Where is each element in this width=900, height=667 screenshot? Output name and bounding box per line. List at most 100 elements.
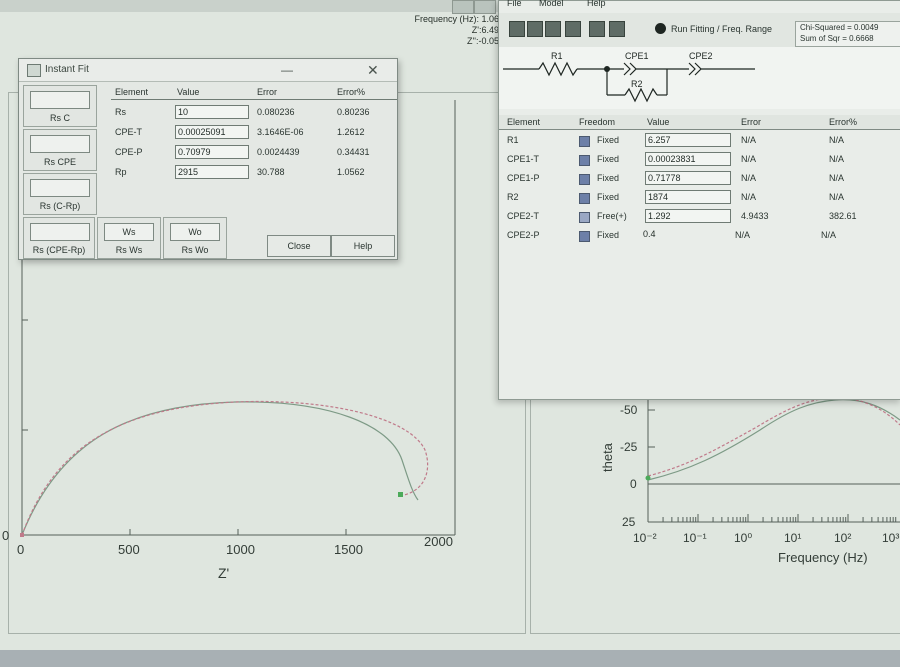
element-button-rs-c-rp[interactable]: Rs (C-Rp) (23, 173, 97, 215)
fit-col-freedom: Freedom (579, 117, 616, 127)
save-model-icon[interactable] (609, 21, 625, 37)
circuit-label-cpe2: CPE2 (689, 51, 713, 61)
close-button[interactable]: Close (267, 235, 331, 257)
col-header-element: Element (115, 87, 149, 97)
fit-row-0-element: R1 (507, 135, 519, 145)
fit-row-0-error-pct: N/A (829, 135, 845, 145)
circuit-diagram: R1 CPE1 R2 CPE2 (503, 51, 755, 103)
fit-row-1-element: CPE1-T (507, 154, 540, 164)
menu-help[interactable]: Help (587, 0, 606, 8)
fit-row-4-value-input[interactable]: 1.292 (645, 209, 731, 223)
instant-fit-titlebar[interactable]: Instant Fit — ✕ (19, 59, 397, 82)
menu-file[interactable]: File (507, 0, 522, 8)
minimize-icon[interactable]: — (281, 63, 293, 77)
ws-symbol-icon: Ws (104, 223, 154, 241)
save-as-icon[interactable] (545, 21, 561, 37)
if-row-0-error: 0.080236 (257, 107, 295, 117)
copy-icon[interactable] (589, 21, 605, 37)
fit-row-5-error: N/A (735, 230, 751, 240)
if-row-3-element: Rp (115, 167, 127, 177)
wo-symbol-icon: Wo (170, 223, 220, 241)
fit-row-1-error: N/A (741, 154, 757, 164)
menu-bar: File Model Help (499, 0, 900, 13)
instant-fit-title: Instant Fit (45, 64, 89, 75)
element-button-rs-c[interactable]: Rs C (23, 85, 97, 127)
bode-xlabel: Frequency (Hz) (778, 550, 868, 565)
nyquist-fit-curve (21, 401, 419, 536)
fit-row-4-error: 4.9433 (741, 211, 769, 221)
if-row-3-error-pct: 1.0562 (337, 167, 365, 177)
circuit-label-cpe1: CPE1 (625, 51, 649, 61)
fit-row-0-error: N/A (741, 135, 757, 145)
equivalent-circuit[interactable]: R1 CPE1 R2 CPE2 (499, 47, 900, 109)
fit-row-0-freedom-checkbox[interactable] (579, 136, 590, 147)
fit-row-2-value-input[interactable]: 0.71778 (645, 171, 731, 185)
fit-row-2-error-pct: N/A (829, 173, 845, 183)
bode-xtick-3: 10¹ (784, 531, 801, 545)
col-header-error-pct: Error% (337, 87, 366, 97)
nyq-xlabel: Z' (218, 565, 229, 581)
fit-row-1-error-pct: N/A (829, 154, 845, 164)
nyq-xtick-4: 2000 (424, 534, 453, 549)
fit-row-0-freedom: Fixed (597, 135, 620, 145)
element-button-label: Rs (CPE-Rp) (32, 245, 86, 255)
if-row-1-error-pct: 1.2612 (337, 127, 365, 137)
fit-row-2-element: CPE1-P (507, 173, 540, 183)
nyq-xtick-3: 1500 (334, 542, 363, 557)
fit-row-5-element: CPE2-P (507, 230, 540, 240)
fit-col-element: Element (507, 117, 541, 127)
help-button[interactable]: Help (331, 235, 395, 257)
fit-col-error: Error (741, 117, 761, 127)
fit-row-2-freedom-checkbox[interactable] (579, 174, 590, 185)
fit-row-3-error-pct: N/A (829, 192, 845, 202)
print-icon[interactable] (565, 21, 581, 37)
fit-row-5-freedom-checkbox[interactable] (579, 231, 590, 242)
rs-cpe-rp-symbol-icon (30, 223, 90, 241)
fit-row-5-value-input[interactable]: 0.4 (641, 228, 729, 240)
fit-row-4-freedom-checkbox[interactable] (579, 212, 590, 223)
open-folder-icon[interactable] (509, 21, 525, 37)
fit-row-1-freedom-checkbox[interactable] (579, 155, 590, 166)
fit-row-4-freedom: Free(+) (597, 211, 627, 221)
fit-row-0-value-input[interactable]: 6.257 (645, 133, 731, 147)
element-button-rs-wo[interactable]: Wo Rs Wo (163, 217, 227, 259)
fit-row-1-freedom: Fixed (597, 154, 620, 164)
if-row-0-value-input[interactable]: 10 (175, 105, 249, 119)
element-button-rs-cpe-rp[interactable]: Rs (CPE-Rp) (23, 217, 95, 259)
close-icon[interactable]: ✕ (367, 62, 379, 79)
bode-fit-curve (647, 399, 900, 481)
run-fitting-button[interactable]: Run Fitting / Freq. Range (671, 24, 772, 34)
fit-row-1-value-input[interactable]: 0.00023831 (645, 152, 731, 166)
if-row-0-element: Rs (115, 107, 126, 117)
fit-row-3-error: N/A (741, 192, 757, 202)
fitting-window[interactable]: File Model Help Run Fitting / Freq. Rang… (498, 0, 900, 400)
save-icon[interactable] (527, 21, 543, 37)
fit-col-value: Value (647, 117, 670, 127)
nyquist-data-marker (398, 492, 403, 497)
circuit-label-r1: R1 (551, 51, 563, 61)
bode-ytick-0: -50 (620, 403, 638, 417)
if-row-1-error: 3.1646E-06 (257, 127, 304, 137)
bode-xtick-1: 10⁻¹ (683, 531, 707, 545)
if-row-2-value-input[interactable]: 0.70979 (175, 145, 249, 159)
menu-model[interactable]: Model (539, 0, 564, 8)
nyquist-xtick-labels: 0 500 1000 1500 2000 Z' 0 (2, 528, 453, 581)
window-icon (27, 64, 41, 77)
nyq-ytick-partial: 0 (2, 528, 9, 543)
bode-data-marker (645, 475, 651, 481)
fit-row-3-freedom-checkbox[interactable] (579, 193, 590, 204)
element-button-rs-cpe[interactable]: Rs CPE (23, 129, 97, 171)
element-button-rs-ws[interactable]: Ws Rs Ws (97, 217, 161, 259)
fit-row-2-freedom: Fixed (597, 173, 620, 183)
run-fit-icon[interactable] (655, 23, 666, 34)
col-header-value: Value (177, 87, 200, 97)
rs-cpe-symbol-icon (30, 135, 90, 153)
col-header-error: Error (257, 87, 277, 97)
fit-row-2-error: N/A (741, 173, 757, 183)
chi-squared-text: Chi-Squared = 0.0049 (800, 23, 879, 32)
bode-xtick-5: 10³ (882, 531, 899, 545)
instant-fit-window[interactable]: Instant Fit — ✕ Rs C Rs CPE Rs (C-Rp) Rs… (18, 58, 398, 260)
fit-row-3-value-input[interactable]: 1874 (645, 190, 731, 204)
if-row-3-value-input[interactable]: 2915 (175, 165, 249, 179)
if-row-1-value-input[interactable]: 0.00025091 (175, 125, 249, 139)
